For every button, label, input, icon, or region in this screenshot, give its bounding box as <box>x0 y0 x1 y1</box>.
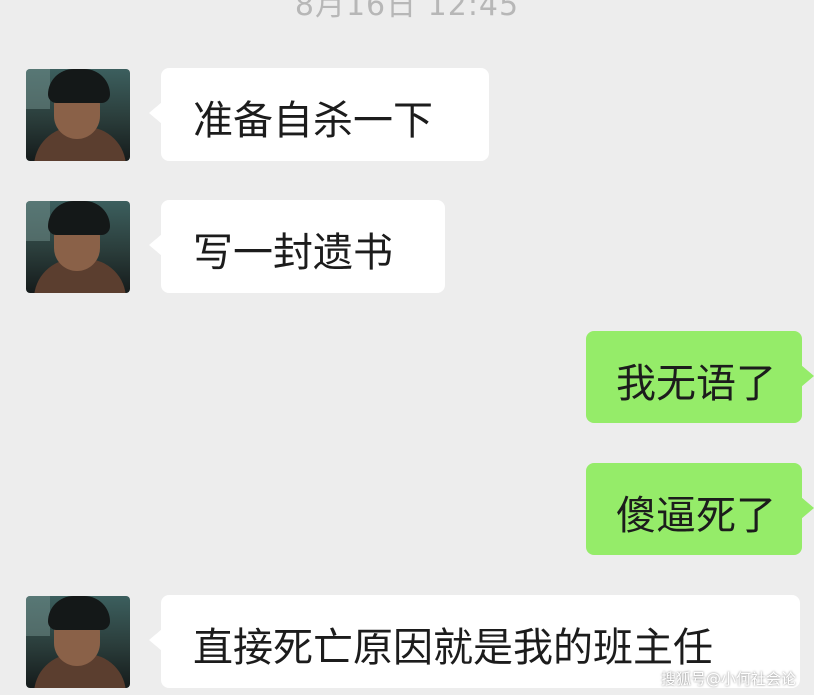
message-text: 直接死亡原因就是我的班主任 <box>193 625 713 671</box>
watermark: 搜狐号@小何社会论 <box>660 670 796 688</box>
message-bubble-incoming[interactable]: 写一封遗书 <box>149 200 445 293</box>
contact-avatar[interactable] <box>26 596 130 688</box>
message-bubble-incoming[interactable]: 准备自杀一下 <box>149 68 489 161</box>
contact-avatar[interactable] <box>26 201 130 293</box>
message-bubble-outgoing[interactable]: 我无语了 <box>586 331 814 423</box>
contact-avatar[interactable] <box>26 69 130 161</box>
message-bubble-outgoing[interactable]: 傻逼死了 <box>586 463 814 555</box>
message-text: 写一封遗书 <box>193 230 393 276</box>
message-text: 傻逼死了 <box>616 493 776 539</box>
message-text: 准备自杀一下 <box>193 98 433 144</box>
message-text: 我无语了 <box>616 361 776 407</box>
timestamp: 8月16日 12:45 <box>294 0 520 23</box>
